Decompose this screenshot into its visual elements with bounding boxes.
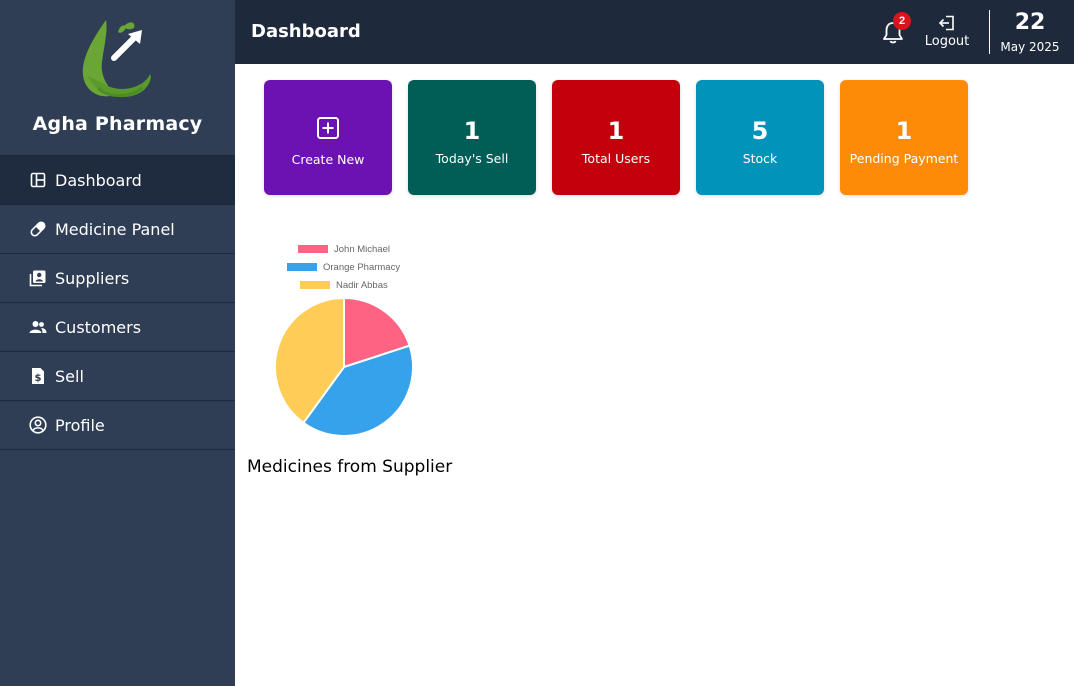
card-value: 1 [607, 117, 625, 145]
header-divider [989, 10, 990, 54]
total-users-card[interactable]: 1 Total Users [552, 80, 680, 195]
logout-button[interactable]: Logout [923, 12, 971, 56]
sidebar-item-profile[interactable]: Profile [0, 401, 235, 450]
plus-square-icon [317, 117, 339, 139]
contacts-icon [29, 269, 47, 287]
user-circle-icon [29, 416, 47, 434]
sidebar: Agha Pharmacy Dashboard Medicine Panel S… [0, 0, 235, 686]
legend-item[interactable]: Orange Pharmacy [287, 261, 400, 273]
sidebar-item-label: Suppliers [55, 268, 130, 288]
brand-name: Agha Pharmacy [32, 113, 203, 135]
create-new-card[interactable]: Create New [264, 80, 392, 195]
legend-item[interactable]: Nadir Abbas [300, 279, 388, 291]
sidebar-item-customers[interactable]: Customers [0, 303, 235, 352]
legend-label: Orange Pharmacy [323, 261, 401, 273]
card-label: Create New [291, 152, 365, 167]
sidebar-item-label: Medicine Panel [55, 219, 175, 239]
brand: Agha Pharmacy [0, 0, 235, 156]
pending-payment-card[interactable]: 1 Pending Payment [840, 80, 968, 195]
card-label: Stock [742, 151, 778, 166]
sidebar-item-medicine-panel[interactable]: Medicine Panel [0, 205, 235, 254]
card-label: Total Users [581, 151, 651, 166]
sidebar-item-suppliers[interactable]: Suppliers [0, 254, 235, 303]
svg-text:$: $ [35, 373, 42, 384]
sidebar-item-label: Dashboard [55, 170, 142, 190]
legend-swatch [300, 281, 330, 289]
card-value: 5 [751, 117, 769, 145]
card-label: Pending Payment [849, 151, 959, 166]
legend-swatch [298, 245, 328, 253]
pill-icon [29, 220, 47, 238]
notification-badge: 2 [893, 12, 911, 30]
sidebar-item-sell[interactable]: $ Sell [0, 352, 235, 401]
date-day: 22 [1014, 10, 1046, 35]
pharmacy-leaf-logo [82, 20, 151, 98]
legend-item[interactable]: John Michael [298, 243, 390, 255]
logout-icon [938, 15, 954, 31]
page-title: Dashboard [251, 21, 361, 42]
dashboard-icon [29, 171, 47, 189]
pie-chart [274, 296, 414, 437]
top-bar: Dashboard 2 Logout 22 May 2025 [235, 0, 1074, 64]
legend-swatch [287, 263, 317, 271]
card-value: 1 [895, 117, 913, 145]
sidebar-item-dashboard[interactable]: Dashboard [0, 156, 235, 205]
card-value: 1 [463, 117, 481, 145]
sidebar-item-label: Profile [55, 415, 105, 435]
receipt-dollar-icon: $ [29, 367, 47, 385]
card-label: Today's Sell [435, 151, 509, 166]
sidebar-item-label: Sell [55, 366, 84, 386]
legend-label: Nadir Abbas [336, 279, 388, 291]
legend-label: John Michael [334, 243, 390, 255]
sidebar-item-label: Customers [55, 317, 142, 337]
todays-sell-card[interactable]: 1 Today's Sell [408, 80, 536, 195]
people-icon [29, 318, 47, 336]
date-month-year: May 2025 [1000, 40, 1060, 54]
stock-card[interactable]: 5 Stock [696, 80, 824, 195]
chart-caption: Medicines from Supplier [247, 457, 453, 477]
logout-label: Logout [924, 34, 970, 49]
